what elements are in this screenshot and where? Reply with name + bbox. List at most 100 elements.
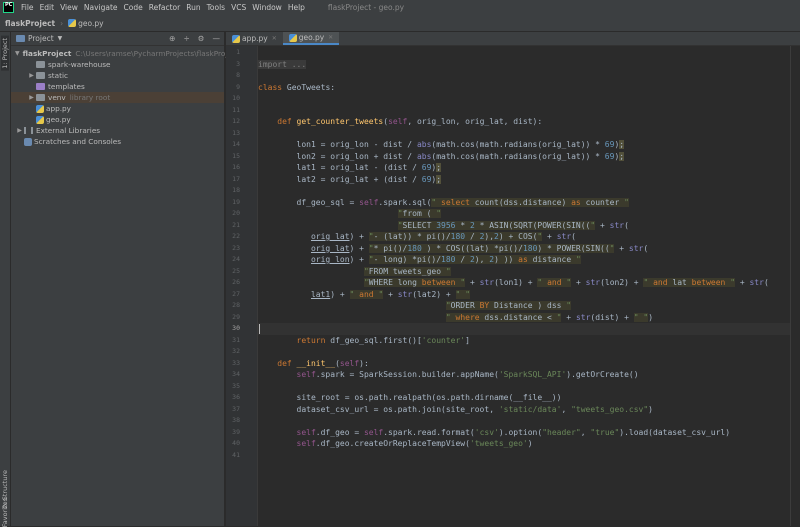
tree-item-scratches-and-consoles[interactable]: Scratches and Consoles — [11, 136, 224, 147]
code-line[interactable]: orig_lat) + "* pi()/180 ) * COS((lat) *p… — [258, 243, 790, 255]
locate-icon[interactable]: ⊕ — [169, 34, 175, 43]
code-line[interactable] — [258, 128, 790, 140]
code-line[interactable]: "ORDER BY Distance ) dss " — [258, 300, 790, 312]
navigation-bar: flaskProject › geo.py — [0, 15, 800, 32]
menu-bar: PC File Edit View Navigate Code Refactor Run To… — [0, 0, 800, 15]
code-line[interactable]: lon2 = orig_lon + dist / abs(math.cos(ma… — [258, 151, 790, 163]
menu-edit[interactable]: Edit — [40, 3, 55, 12]
code-line[interactable]: self.df_geo = self.spark.read.format('cs… — [258, 427, 790, 439]
code-token: ; — [436, 174, 442, 184]
code-line[interactable]: lat1 = orig_lat - (dist / 69); — [258, 162, 790, 174]
menu-tools[interactable]: Tools — [207, 3, 225, 12]
code-line[interactable] — [258, 70, 790, 82]
tree-item-static[interactable]: ▶ static — [11, 70, 224, 81]
code-line[interactable]: class GeoTweets: — [258, 82, 790, 94]
menu-help[interactable]: Help — [288, 3, 305, 12]
tree-item-app-py[interactable]: app.py — [11, 103, 224, 114]
code-line[interactable] — [258, 323, 790, 335]
gear-icon[interactable]: ⚙ — [198, 34, 205, 43]
tree-item-flaskproject[interactable]: ▼ flaskProject C:\Users\ramse\PycharmProje… — [11, 48, 239, 59]
menu-view[interactable]: View — [60, 3, 78, 12]
code-line[interactable]: "WHERE long between " + str(lon1) + " an… — [258, 277, 790, 289]
code-line[interactable] — [258, 185, 790, 197]
code-line[interactable]: lon1 = orig_lon - dist / abs(math.cos(ma… — [258, 139, 790, 151]
code-line[interactable]: df_geo_sql = self.spark.sql(" select cou… — [258, 197, 790, 209]
code-token: __init__ — [296, 358, 336, 368]
tree-item-label: External Libraries — [36, 126, 101, 135]
breadcrumb-file[interactable]: geo.py — [78, 19, 103, 28]
menu-window[interactable]: Window — [252, 3, 282, 12]
chevron-down-icon[interactable]: ▼ — [58, 35, 63, 42]
code-line[interactable] — [258, 381, 790, 393]
code-token: / — [455, 255, 470, 264]
code-line[interactable]: " where dss.distance < " + str(dist) + "… — [258, 312, 790, 324]
chevron-down-icon[interactable]: ▼ — [15, 50, 20, 57]
code-token: .df_geo.createOrReplaceTempView( — [315, 439, 470, 448]
menu-refactor[interactable]: Refactor — [149, 3, 180, 12]
chevron-right-icon[interactable]: ▶ — [15, 127, 24, 134]
close-icon[interactable]: ✕ — [272, 35, 277, 42]
favorites-tool-tab[interactable]: Favorites — [1, 498, 9, 527]
code-line[interactable]: "from ( " — [258, 208, 790, 220]
project-view-selector[interactable]: Project — [28, 34, 54, 43]
code-line[interactable]: lat1) + " and " + str(lat2) + " " — [258, 289, 790, 301]
code-line[interactable]: "SELECT 3956 * 2 * ASIN(SQRT(POWER(SIN((… — [258, 220, 790, 232]
code-line[interactable]: site_root = os.path.realpath(os.path.dir… — [258, 392, 790, 404]
tree-item-templates[interactable]: templates — [11, 81, 224, 92]
menu-file[interactable]: File — [21, 3, 34, 12]
menu-code[interactable]: Code — [124, 3, 143, 12]
code-line[interactable] — [258, 93, 790, 105]
menu-vcs[interactable]: VCS — [231, 3, 246, 12]
code-line[interactable]: self.spark = SparkSession.builder.appNam… — [258, 369, 790, 381]
tree-item-note: C:\Users\ramse\PycharmProjects\flaskProj… — [75, 49, 239, 58]
tree-item-external-libraries[interactable]: ▶ External Libraries — [11, 125, 224, 136]
chevron-right-icon[interactable]: ▶ — [27, 72, 36, 79]
collapse-all-icon[interactable]: ÷ — [183, 34, 189, 43]
code-line[interactable]: def get_counter_tweets(self, orig_lon, o… — [258, 116, 790, 128]
tab-geo-py[interactable]: geo.py ✕ — [282, 32, 340, 45]
project-tool-tab[interactable]: 1: Project — [1, 36, 9, 71]
line-number: 40 — [232, 439, 240, 447]
code-line[interactable] — [258, 346, 790, 358]
menu-navigate[interactable]: Navigate — [84, 3, 118, 12]
code-token: + — [383, 289, 398, 299]
tree-item-venv[interactable]: ▶ venv library root — [11, 92, 224, 103]
tree-item-label: flaskProject — [22, 49, 72, 58]
python-file-icon — [68, 19, 77, 27]
code-line[interactable] — [258, 47, 790, 59]
line-number: 38 — [232, 416, 240, 424]
code-line[interactable]: def __init__(self): — [258, 358, 790, 370]
code-line[interactable]: dataset_csv_url = os.path.join(site_root… — [258, 404, 790, 416]
code-line[interactable]: import ... — [258, 59, 790, 71]
code-token: , orig_lon, orig_lat, dist): — [407, 117, 543, 126]
hide-icon[interactable]: — — [213, 34, 221, 43]
code-token: ) — [648, 404, 653, 414]
close-icon[interactable]: ✕ — [328, 34, 333, 41]
tab-app-py[interactable]: app.py ✕ — [226, 32, 283, 45]
chevron-right-icon[interactable]: ▶ — [27, 94, 36, 101]
code-line[interactable]: "FROM tweets_geo " — [258, 266, 790, 278]
code-line[interactable]: orig_lon) + "- long) *pi()/180 / 2), 2) … — [258, 254, 790, 266]
code-token: " — [431, 197, 442, 207]
python-file-icon — [36, 115, 44, 124]
code-token: ) + — [349, 243, 369, 253]
code-line[interactable]: self.df_geo.createOrReplaceTempView('twe… — [258, 438, 790, 450]
code-line[interactable]: return df_geo_sql.first()['counter'] — [258, 335, 790, 347]
code-token: ) — [648, 312, 654, 322]
menu-run[interactable]: Run — [186, 3, 200, 12]
tree-item-geo-py[interactable]: geo.py — [11, 114, 224, 125]
project-view-icon — [16, 35, 25, 42]
code-line[interactable] — [258, 105, 790, 117]
code-token: " — [397, 209, 403, 218]
code-line[interactable]: orig_lat) + "- (lat)) * pi()/180 / 2),2)… — [258, 231, 790, 243]
code-line[interactable] — [258, 415, 790, 427]
code-editor[interactable]: import ... class GeoTweets: def get_count… — [258, 46, 800, 526]
breadcrumb-project[interactable]: flaskProject — [5, 19, 55, 28]
code-token: "true" — [590, 427, 620, 437]
code-line[interactable]: lat2 = orig_lat + (dist / 69); — [258, 174, 790, 186]
tree-item-spark-warehouse[interactable]: spark-warehouse — [11, 59, 224, 70]
code-token: " — [436, 209, 442, 218]
code-line[interactable] — [258, 450, 790, 462]
line-number: 15 — [232, 151, 240, 160]
